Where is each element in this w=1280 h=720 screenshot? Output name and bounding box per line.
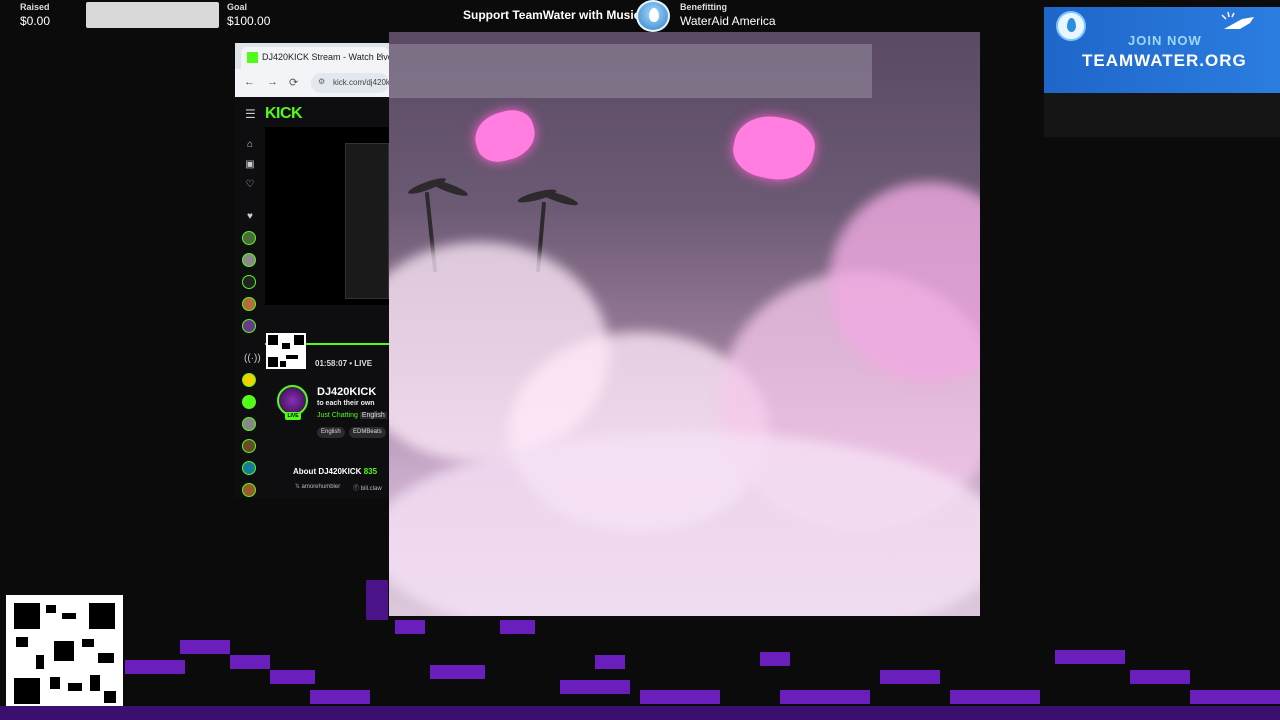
banner-join-text: JOIN NOW [1128, 33, 1202, 48]
recommended-channel-avatar[interactable] [242, 395, 256, 409]
language-chip[interactable]: English [359, 412, 387, 419]
visualizer-bar [430, 665, 485, 679]
x-handle[interactable]: amorehumbler [302, 484, 341, 490]
raised-value: $0.00 [20, 14, 51, 28]
favorites-heart-icon[interactable]: ♥ [244, 211, 256, 223]
tag-chip[interactable]: EDMBeats [349, 427, 386, 438]
visualizer-bar [780, 690, 870, 704]
tab-strip: DJ420KICK Stream - Watch Live × [235, 43, 389, 69]
followed-channel-avatar[interactable] [242, 231, 256, 245]
visualizer-bar [125, 660, 185, 674]
browse-icon[interactable]: ▣ [244, 159, 256, 171]
qr-code-small [266, 333, 306, 369]
visualizer-bar [310, 690, 370, 704]
following-icon[interactable]: ♡ [244, 179, 256, 191]
visualizer-bar [640, 690, 720, 704]
ghost-browser-bar [389, 44, 872, 98]
live-indicator: • LIVE [349, 359, 373, 368]
water-drop-badge-icon [1056, 11, 1086, 41]
stream-player[interactable] [265, 127, 389, 305]
about-title: About DJ420KICK [293, 467, 362, 476]
reload-icon[interactable]: ⟳ [289, 76, 298, 89]
pink-bird-right [728, 109, 820, 187]
category-name[interactable]: Just Chatting [317, 412, 358, 419]
benefit-label: Benefitting [680, 2, 727, 12]
wateraid-logo-icon [636, 0, 670, 32]
visualizer-bar [560, 680, 630, 694]
uptime-text: 01:58:07 [315, 359, 348, 368]
tab-title: DJ420KICK Stream - Watch Live [262, 52, 389, 62]
url-field[interactable]: ⚙ kick.com/dj420kick [311, 73, 389, 93]
home-icon[interactable]: ⌂ [244, 139, 256, 151]
tag-chip[interactable]: English [317, 427, 345, 438]
visualizer-bar [180, 640, 230, 654]
followed-channel-avatar[interactable] [242, 297, 256, 311]
visualizer-bar [595, 655, 625, 669]
visualizer-bar [1190, 690, 1280, 704]
followed-channel-avatar[interactable] [242, 275, 256, 289]
social-link-facebook[interactable]: ⓕ bill.claw [353, 483, 382, 492]
visualizer-bar [1055, 650, 1125, 664]
url-text: kick.com/dj420kick [333, 78, 389, 87]
recommended-channel-avatar[interactable] [242, 483, 256, 497]
banner-site-text: TEAMWATER.ORG [1082, 51, 1247, 70]
back-icon[interactable]: ← [244, 76, 255, 88]
pink-bird-left [469, 105, 541, 167]
social-link-x[interactable]: 𝕏 amorehumbler [295, 483, 340, 490]
kick-favicon-icon [247, 52, 258, 63]
channel-name[interactable]: DJ420KICK [317, 386, 376, 398]
recommended-channel-avatar[interactable] [242, 461, 256, 475]
palm-frond [428, 177, 470, 199]
benefit-name: WaterAid America [680, 14, 776, 28]
nested-stream-preview [345, 143, 389, 299]
facebook-handle[interactable]: bill.claw [361, 486, 382, 492]
qr-code [6, 595, 123, 712]
hamburger-menu-icon[interactable]: ☰ [245, 107, 256, 121]
recommended-channel-avatar[interactable] [242, 417, 256, 431]
visualizer-bar [1130, 670, 1190, 684]
music-video-overlay [389, 32, 980, 616]
visualizer-bar [230, 655, 270, 669]
kick-logo[interactable]: KICK [265, 105, 303, 123]
browser-window: DJ420KICK Stream - Watch Live × ← → ⟳ ⚙ … [235, 43, 389, 498]
address-bar: ← → ⟳ ⚙ kick.com/dj420kick [235, 69, 389, 97]
tab-close-icon[interactable]: × [377, 51, 383, 62]
category-link[interactable]: Just Chatting English [317, 412, 387, 419]
visualizer-bar [500, 620, 535, 634]
followed-channel-avatar[interactable] [242, 319, 256, 333]
stream-title: to each their own [317, 400, 375, 407]
site-info-icon[interactable]: ⚙ [318, 77, 325, 86]
live-badge: LIVE [285, 412, 301, 420]
recommended-channel-avatar[interactable] [242, 439, 256, 453]
followed-channel-avatar[interactable] [242, 253, 256, 267]
follower-count: 835 [363, 467, 378, 476]
forward-icon[interactable]: → [267, 76, 278, 88]
banner-placeholder [1044, 93, 1280, 137]
visualizer-bar [760, 652, 790, 666]
live-signal-icon[interactable]: ((·)) [244, 353, 261, 365]
goal-label: Goal [227, 2, 248, 12]
stream-timer: 01:58:07 • LIVE [315, 359, 372, 368]
visualizer-bar [950, 690, 1040, 704]
about-section-title: About DJ420KICK 835 [293, 467, 377, 476]
visualizer-bar [880, 670, 940, 684]
cloud [389, 432, 980, 616]
goal-value: $100.00 [227, 14, 271, 28]
recommended-channel-avatar[interactable] [242, 373, 256, 387]
visualizer-bar [366, 580, 388, 620]
visualizer-bar [270, 670, 315, 684]
raised-label: Raised [20, 2, 50, 12]
support-heading: Support TeamWater with Music [463, 8, 641, 22]
visualizer-base [0, 706, 1280, 720]
visualizer-bar [395, 620, 425, 634]
kick-page: ☰ KICK ⌂ ▣ ♡ ♥ ((·)) 01:58:07 • LIVE LIV… [235, 97, 389, 498]
browser-tab[interactable]: DJ420KICK Stream - Watch Live × [241, 47, 389, 69]
donation-progress-bar [86, 2, 219, 28]
pointing-hand-icon [1221, 11, 1254, 29]
teamwater-banner[interactable]: JOIN NOW TEAMWATER.ORG [1044, 7, 1280, 93]
